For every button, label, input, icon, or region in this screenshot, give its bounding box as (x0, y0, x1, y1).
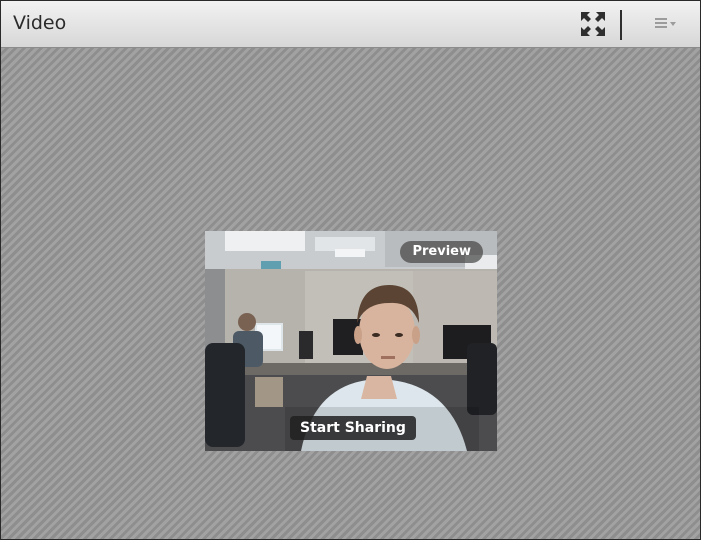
pod-title-bar: Video (1, 1, 700, 48)
title-bar-divider (620, 10, 622, 40)
fullscreen-button[interactable] (580, 11, 606, 37)
video-pod: Video Preview Start Sharing (0, 0, 701, 540)
start-sharing-button[interactable]: Start Sharing (290, 416, 416, 440)
fullscreen-arrows-icon (581, 12, 605, 36)
pod-title: Video (13, 12, 67, 34)
pod-options-menu-button[interactable] (653, 14, 679, 34)
preview-badge: Preview (400, 241, 483, 263)
pod-options-menu-icon (655, 18, 676, 28)
video-stage: Preview Start Sharing (1, 48, 700, 539)
webcam-preview: Preview Start Sharing (205, 231, 497, 451)
